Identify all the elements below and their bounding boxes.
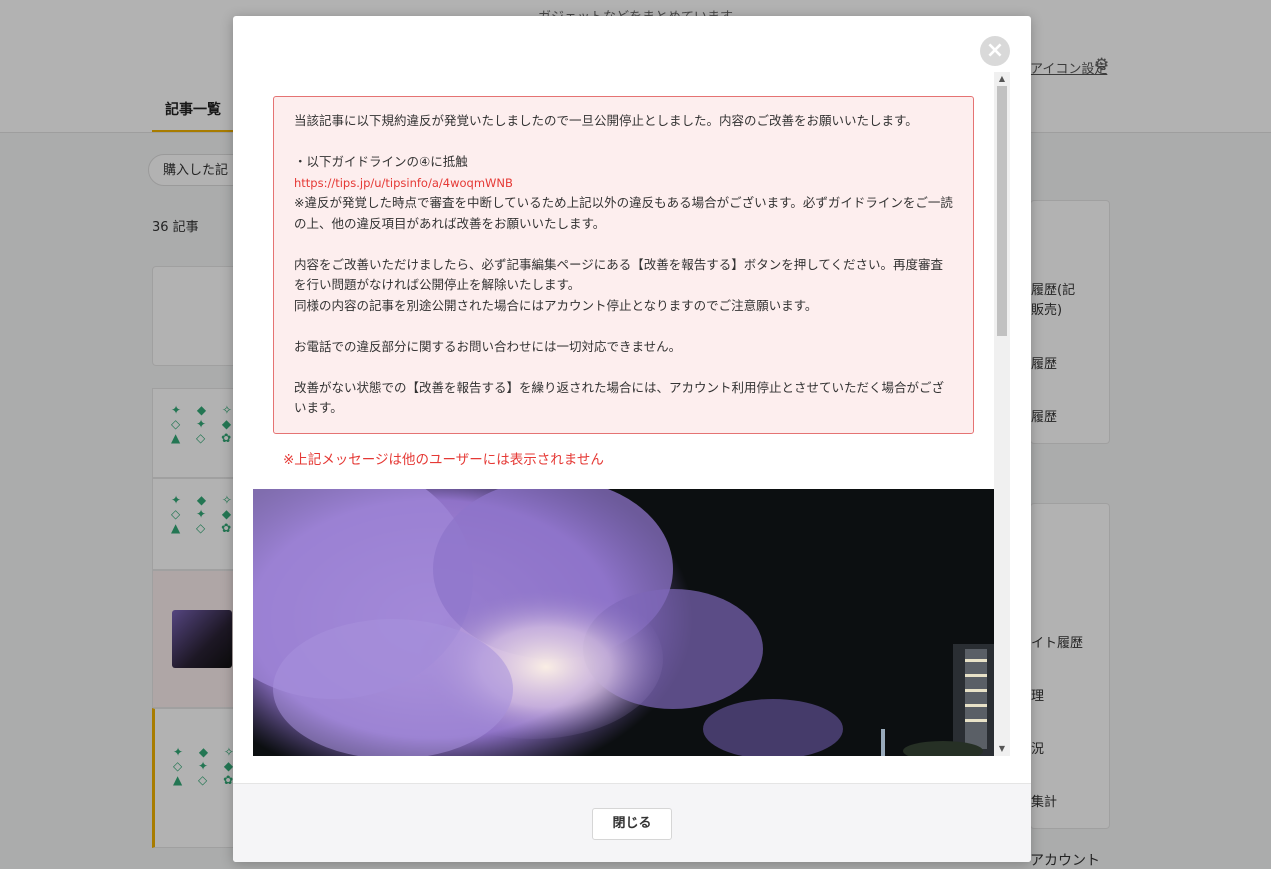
- notice-text: 当該記事に以下規約違反が発覚いたしましたので一旦公開停止としました。内容のご改善…: [294, 113, 918, 128]
- notice-text: 同様の内容の記事を別途公開された場合にはアカウント停止となりますのでご注意願いま…: [294, 297, 818, 313]
- notice-text: ※違反が発覚した時点で審査を中断しているため上記以外の違反もある場合がございます…: [294, 195, 953, 231]
- scroll-up-arrow-icon[interactable]: ▲: [994, 72, 1010, 86]
- notice-text: 内容をご改善いただけましたら、必ず記事編集ページにある【改善を報告する】ボタンを…: [294, 256, 944, 293]
- notice-text: お電話での違反部分に関するお問い合わせには一切対応できません。: [294, 338, 682, 354]
- close-icon[interactable]: ×: [980, 36, 1010, 66]
- violation-modal: × 当該記事に以下規約違反が発覚いたしましたので一旦公開停止としました。内容のご…: [233, 16, 1031, 862]
- violation-notice: 当該記事に以下規約違反が発覚いたしましたので一旦公開停止としました。内容のご改善…: [273, 96, 974, 434]
- scroll-down-arrow-icon[interactable]: ▼: [994, 742, 1010, 756]
- notice-text: ・以下ガイドラインの④に抵触: [294, 154, 468, 169]
- cherry-blossom-image: [253, 489, 994, 756]
- close-button[interactable]: 閉じる: [592, 808, 672, 840]
- hidden-message-note: ※上記メッセージは他のユーザーには表示されません: [283, 452, 604, 468]
- modal-scroll-area[interactable]: 当該記事に以下規約違反が発覚いたしましたので一旦公開停止としました。内容のご改善…: [253, 72, 1010, 756]
- guideline-link[interactable]: https://tips.jp/u/tipsinfo/a/4woqmWNB: [294, 176, 513, 190]
- notice-text: 改善がない状態での【改善を報告する】を繰り返された場合には、アカウント利用停止と…: [294, 379, 945, 416]
- modal-footer: 閉じる: [233, 783, 1031, 862]
- vertical-scrollbar[interactable]: ▲ ▼: [994, 72, 1010, 756]
- cherry-blossom-photo: [253, 489, 994, 756]
- scrollbar-thumb[interactable]: [997, 86, 1007, 336]
